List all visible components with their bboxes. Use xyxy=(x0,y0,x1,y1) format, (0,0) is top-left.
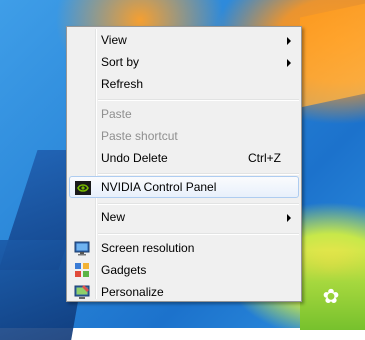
menu-item-paste-shortcut[interactable]: Paste shortcut xyxy=(69,125,299,147)
personalize-icon xyxy=(74,284,90,300)
menu-separator xyxy=(98,233,299,235)
desktop-context-menu: View Sort by Refresh Paste Paste shortcu… xyxy=(66,26,302,302)
flower-icon: ✿ xyxy=(322,284,340,308)
menu-separator xyxy=(98,99,299,101)
menu-item-label: NVIDIA Control Panel xyxy=(101,180,217,194)
menu-item-nvidia-control-panel[interactable]: NVIDIA Control Panel xyxy=(69,176,299,198)
menu-item-undo-delete[interactable]: Undo Delete Ctrl+Z xyxy=(69,147,299,169)
menu-item-shortcut: Ctrl+Z xyxy=(248,151,281,165)
menu-item-label: New xyxy=(101,210,126,224)
menu-item-gadgets[interactable]: Gadgets xyxy=(69,259,299,281)
menu-item-label: Gadgets xyxy=(101,263,147,277)
menu-item-label: Paste xyxy=(101,107,132,121)
menu-separator xyxy=(98,203,299,205)
menu-separator xyxy=(98,173,299,175)
menu-item-label: Refresh xyxy=(101,77,144,91)
menu-item-label: Sort by xyxy=(101,55,140,69)
menu-item-label: Paste shortcut xyxy=(101,129,178,143)
nvidia-icon xyxy=(75,180,91,196)
menu-item-view[interactable]: View xyxy=(69,29,299,51)
menu-item-label: Screen resolution xyxy=(101,241,195,255)
gadgets-icon xyxy=(74,262,90,278)
menu-item-screen-resolution[interactable]: Screen resolution xyxy=(69,237,299,259)
wallpaper-shape xyxy=(300,2,365,108)
monitor-icon xyxy=(74,240,90,256)
submenu-arrow-icon xyxy=(287,59,291,67)
submenu-arrow-icon xyxy=(287,214,291,222)
menu-item-refresh[interactable]: Refresh xyxy=(69,73,299,95)
menu-item-label: Undo Delete xyxy=(101,151,168,165)
menu-item-personalize[interactable]: Personalize xyxy=(69,281,299,303)
menu-item-sort-by[interactable]: Sort by xyxy=(69,51,299,73)
menu-item-label: View xyxy=(101,33,127,47)
submenu-arrow-icon xyxy=(287,37,291,45)
menu-item-label: Personalize xyxy=(101,285,164,299)
menu-item-new[interactable]: New xyxy=(69,206,299,228)
menu-item-paste[interactable]: Paste xyxy=(69,103,299,125)
